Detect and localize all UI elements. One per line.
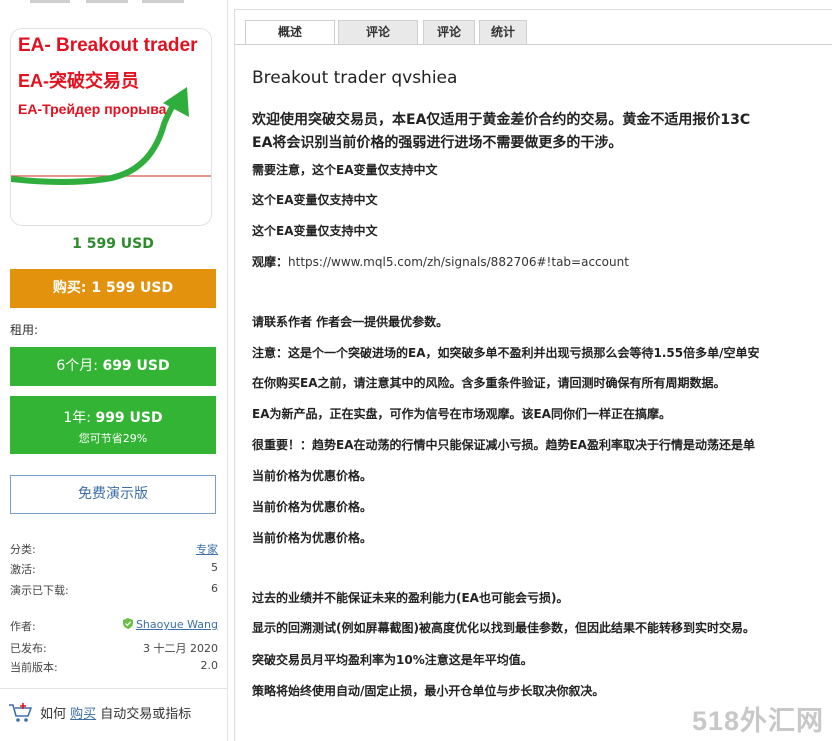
how-to-suffix: 自动交易或指标 (96, 707, 192, 722)
intro-line-2: EA将会识别当前价格的强弱进行进场不需要做更多的干涉。 (252, 135, 623, 151)
tab-comments[interactable]: 评论 (423, 20, 475, 44)
rent-1-year-button[interactable]: 1年: 999 USD 您可节省29% (10, 396, 216, 454)
product-title-zh: EA-突破交易员 (18, 71, 139, 91)
left-divider (0, 688, 227, 689)
info-activations-value: 5 (211, 561, 218, 574)
monthly-profit-line: 突破交易员月平均盈利率为10%注意这是年平均值。 (252, 653, 533, 667)
top-scroll-remnant (86, 0, 128, 3)
info-category-label: 分类: (10, 543, 36, 556)
free-demo-button[interactable]: 免费演示版 (10, 475, 216, 514)
info-author-value: Shaoyue Wang (122, 618, 218, 631)
cart-add-icon (9, 703, 32, 722)
how-to-buy: 如何 购买 自动交易或指标 (8, 702, 191, 724)
site-watermark: 518外汇网 (692, 706, 825, 736)
buy-button[interactable]: 购买: 1 599 USD (10, 269, 216, 308)
rent-6m-amount: 699 USD (102, 358, 170, 374)
product-chart-graphic (11, 87, 211, 185)
discount-line-2: 当前价格为优惠价格。 (252, 500, 373, 514)
rent-1y-savings: 您可节省29% (78, 432, 148, 445)
rent-1y-prefix: 1年: (63, 410, 96, 426)
discount-line-1: 当前价格为优惠价格。 (252, 469, 373, 483)
tab-underline (235, 44, 832, 45)
buy-button-prefix: 购买: (52, 280, 92, 296)
product-image[interactable]: EA- Breakout trader EA-突破交易员 EA-Трейдер … (10, 28, 212, 226)
product-title: Breakout trader qvshiea (252, 68, 458, 88)
top-scroll-remnant (142, 0, 184, 3)
product-title-ru: EA-Трейдер прорыва (18, 101, 167, 117)
backtest-line: 显示的回溯测试(例如屏幕截图)被高度优化以找到最佳参数，但因此结果不能转移到实时… (252, 621, 755, 635)
info-demo-downloads-label: 演示已下载: (10, 584, 69, 597)
product-price: 1 599 USD (72, 236, 154, 252)
watch-line: 观摩：https://www.mql5.com/zh/signals/88270… (252, 253, 629, 270)
info-published-label: 已发布: (10, 642, 47, 655)
info-version-label: 当前版本: (10, 661, 58, 674)
past-performance-line: 过去的业绩并不能保证未来的盈利能力(EA也可能会亏损)。 (252, 591, 569, 605)
rent-label: 租用: (10, 323, 39, 337)
left-column: EA- Breakout trader EA-突破交易员 EA-Трейдер … (0, 0, 228, 741)
info-author-label: 作者: (10, 620, 36, 633)
discount-line-3: 当前价格为优惠价格。 (252, 531, 373, 545)
watch-label: 观摩： (252, 255, 289, 269)
new-product-line: EA为新产品，正在实盘，可作为信号在市场观摩。该EA同你们一样正在搞摩。 (252, 407, 671, 421)
important-line: 很重要！：趋势EA在动荡的行情中只能保证减小亏损。趋势EA盈利率取决于行情是动荡… (252, 438, 755, 452)
contact-line: 请联系作者 作者会一提供最优参数。 (252, 315, 449, 329)
top-scroll-remnant (30, 0, 70, 3)
rent-1y-amount: 999 USD (95, 410, 163, 426)
rent-6m-prefix: 6个月: (56, 358, 103, 374)
product-detail-panel: 概述 评论 评论 统计 Breakout trader qvshiea 欢迎使用… (234, 9, 832, 741)
how-to-prefix: 如何 (40, 707, 71, 722)
verified-shield-icon (122, 618, 133, 629)
note-line-1: 需要注意，这个EA变量仅支持中文 (252, 163, 438, 177)
how-to-buy-link[interactable]: 购买 (70, 707, 96, 722)
note-line-3: 这个EA变量仅支持中文 (252, 224, 378, 238)
tab-reviews[interactable]: 评论 (338, 20, 418, 44)
rent-6-months-button[interactable]: 6个月: 699 USD (10, 347, 216, 386)
buy-button-amount: 1 599 USD (91, 280, 174, 296)
tab-statistics[interactable]: 统计 (479, 20, 527, 44)
info-activations-label: 激活: (10, 563, 36, 576)
note-line-2: 这个EA变量仅支持中文 (252, 193, 378, 207)
signal-url[interactable]: https://www.mql5.com/zh/signals/882706#!… (288, 255, 629, 269)
info-version-value: 2.0 (200, 659, 219, 672)
tab-overview[interactable]: 概述 (245, 20, 335, 44)
risk-line: 在你购买EA之前，请注意其中的风险。含多重条件验证，请回测时确保有所有周期数据。 (252, 376, 726, 390)
warning-line: 注意：这是个一个突破进场的EA，如突破多单不盈利并出现亏损那么会等待1.55倍多… (252, 346, 760, 360)
product-title-en: EA- Breakout trader (18, 35, 198, 56)
info-published-value: 3 十二月 2020 (143, 642, 218, 655)
info-category-link[interactable]: 专家 (196, 541, 218, 557)
author-link[interactable]: Shaoyue Wang (136, 618, 218, 631)
intro-line-1: 欢迎使用突破交易员，本EA仅适用于黄金差价合约的交易。黄金不适用报价13C (252, 112, 751, 128)
info-demo-downloads-value: 6 (211, 582, 218, 595)
strategy-line: 策略将始终使用自动/固定止损，最小开仓单位与步长取决你叙决。 (252, 684, 605, 698)
